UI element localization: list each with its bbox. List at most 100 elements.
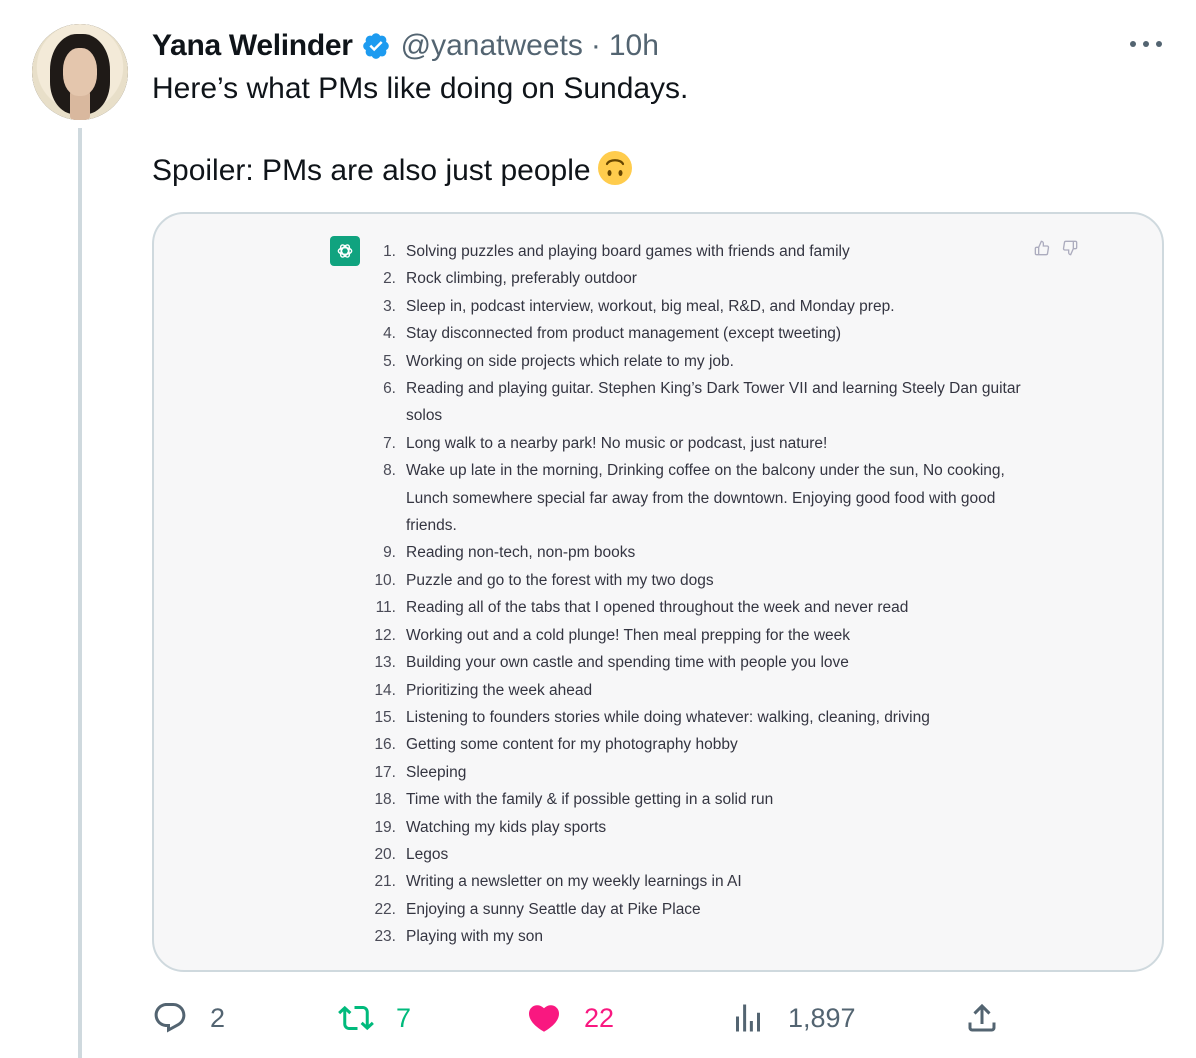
like-button[interactable]: 22 bbox=[526, 996, 614, 1040]
list-item: 3. Sleep in, podcast interview, workout, … bbox=[364, 293, 1024, 320]
more-dot bbox=[1156, 41, 1162, 47]
share-icon bbox=[968, 1003, 996, 1032]
list-item: 17. Sleeping bbox=[364, 759, 1024, 786]
list-item-number: 11. bbox=[375, 599, 396, 617]
more-options-icon[interactable] bbox=[1126, 30, 1166, 58]
list-item: 8. Wake up late in the morning, Drinking … bbox=[364, 457, 1024, 539]
list-item-text: Playing with my son bbox=[406, 928, 543, 946]
reply-count: 2 bbox=[210, 1002, 226, 1033]
list-item-text: Reading and playing guitar. Stephen King… bbox=[406, 380, 1021, 425]
share-button[interactable] bbox=[964, 996, 1000, 1040]
list-item-number: 15. bbox=[374, 708, 396, 726]
list-item: 4. Stay disconnected from product managem… bbox=[364, 320, 1024, 347]
chatgpt-knot-icon bbox=[337, 244, 353, 258]
list-item: 5. Working on side projects which relate … bbox=[364, 348, 1024, 375]
views-count: 1,897 bbox=[788, 1002, 856, 1033]
list-item-number: 21. bbox=[374, 873, 396, 891]
thumbs-down-icon[interactable] bbox=[1062, 240, 1078, 256]
reply-button[interactable]: 2 bbox=[152, 996, 225, 1040]
tweet-text-line-2-text: Spoiler: PMs are also just people bbox=[152, 154, 591, 187]
list-item-number: 23. bbox=[374, 928, 396, 946]
list-item-text: Working out and a cold plunge! Then meal… bbox=[406, 626, 851, 644]
list-item: 7. Long walk to a nearby park! No music o… bbox=[364, 430, 1024, 457]
list-item: 14. Prioritizing the week ahead bbox=[364, 677, 1024, 704]
list-item-number: 13. bbox=[374, 654, 396, 672]
list-item: 6. Reading and playing guitar. Stephen Ki… bbox=[364, 375, 1024, 430]
list-item-number: 14. bbox=[374, 681, 396, 699]
list-item-text: Puzzle and go to the forest with my two … bbox=[406, 571, 714, 589]
tweet-timestamp[interactable]: 10h bbox=[609, 29, 659, 63]
list-item-text: Stay disconnected from product managemen… bbox=[406, 325, 842, 343]
list-item-number: 22. bbox=[374, 900, 396, 918]
list-item-number: 4. bbox=[383, 325, 396, 343]
list-item-number: 17. bbox=[374, 763, 396, 781]
list-item-number: 12. bbox=[374, 626, 396, 644]
retweet-icon bbox=[338, 1005, 374, 1031]
list-item: 16. Getting some content for my photograp… bbox=[364, 731, 1024, 758]
list-item-text: Wake up late in the morning, Drinking co… bbox=[406, 462, 1005, 535]
tweet-header: Yana Welinder @yanatweets · 10h bbox=[152, 26, 659, 66]
like-count: 22 bbox=[584, 1002, 615, 1033]
retweet-button[interactable]: 7 bbox=[338, 996, 411, 1040]
views-button[interactable]: 1,897 bbox=[730, 996, 856, 1040]
list-item: 23. Playing with my son bbox=[364, 923, 1024, 950]
list-item-text: Building your own castle and spending ti… bbox=[406, 654, 849, 672]
list-item-text: Sleep in, podcast interview, workout, bi… bbox=[406, 297, 895, 315]
author-avatar[interactable] bbox=[32, 24, 128, 120]
list-item-text: Solving puzzles and playing board games … bbox=[406, 243, 850, 260]
list-item-text: Working on side projects which relate to… bbox=[406, 352, 734, 370]
author-name[interactable]: Yana Welinder bbox=[152, 29, 353, 63]
list-item: 20. Legos bbox=[364, 841, 1024, 868]
retweet-count: 7 bbox=[396, 1002, 412, 1033]
list-item: 11. Reading all of the tabs that I opened… bbox=[364, 594, 1024, 621]
list-item-text: Writing a newsletter on my weekly learni… bbox=[406, 873, 742, 891]
list-item: 21. Writing a newsletter on my weekly lea… bbox=[364, 868, 1024, 895]
list-item-number: 2. bbox=[383, 270, 396, 288]
heart-icon bbox=[528, 1005, 560, 1032]
pm-sunday-list: 1. Solving puzzles and playing board game… bbox=[364, 238, 1024, 951]
list-item: 10. Puzzle and go to the forest with my t… bbox=[364, 567, 1024, 594]
list-item: 15. Listening to founders stories while d… bbox=[364, 704, 1024, 731]
list-item: 22. Enjoying a sunny Seattle day at Pike … bbox=[364, 896, 1024, 923]
list-item-number: 20. bbox=[374, 845, 396, 863]
list-item-text: Reading all of the tabs that I opened th… bbox=[406, 599, 909, 617]
verified-badge-icon[interactable] bbox=[361, 31, 391, 61]
list-item-text: Watching my kids play sports bbox=[406, 818, 607, 836]
list-item-number: 16. bbox=[374, 736, 396, 754]
list-item-number: 6. bbox=[383, 380, 396, 398]
list-item-number: 19. bbox=[374, 818, 396, 836]
header-separator: · bbox=[590, 29, 601, 62]
list-item: 18. Time with the family & if possible ge… bbox=[364, 786, 1024, 813]
author-handle[interactable]: @yanatweets bbox=[401, 29, 583, 63]
feedback-buttons bbox=[1034, 240, 1078, 256]
list-item-number: 5. bbox=[383, 352, 396, 370]
analytics-bars-icon bbox=[736, 1004, 760, 1032]
thumbs-up-icon[interactable] bbox=[1034, 240, 1050, 256]
list-item: 13. Building your own castle and spending… bbox=[364, 649, 1024, 676]
list-item-number: 1. bbox=[383, 243, 396, 260]
list-item: 2. Rock climbing, preferably outdoor bbox=[364, 265, 1024, 292]
list-item-number: 18. bbox=[374, 791, 396, 809]
list-item-text: Reading non-tech, non-pm books bbox=[406, 544, 636, 562]
list-item-text: Legos bbox=[406, 845, 449, 863]
list-item-text: Enjoying a sunny Seattle day at Pike Pla… bbox=[406, 900, 701, 918]
list-item-text: Time with the family & if possible getti… bbox=[406, 791, 774, 809]
avatar-face bbox=[63, 48, 97, 96]
tweet-text-line-2: Spoiler: PMs are also just people bbox=[152, 150, 633, 190]
more-dot bbox=[1143, 41, 1149, 47]
list-item-number: 9. bbox=[383, 544, 396, 562]
list-item-text: Listening to founders stories while doin… bbox=[406, 708, 930, 726]
list-item: 12. Working out and a cold plunge! Then m… bbox=[364, 622, 1024, 649]
list-item-number: 3. bbox=[383, 297, 396, 315]
list-item-number: 8. bbox=[383, 462, 396, 480]
thread-line bbox=[78, 128, 82, 1058]
list-item: 1. Solving puzzles and playing board game… bbox=[364, 238, 1024, 265]
list-item-text: Sleeping bbox=[406, 763, 467, 781]
tweet-media-image[interactable]: 1. Solving puzzles and playing board game… bbox=[152, 212, 1164, 972]
reply-icon bbox=[154, 1003, 186, 1033]
more-dot bbox=[1130, 41, 1136, 47]
tweet-text-line-1: Here’s what PMs like doing on Sundays. bbox=[152, 72, 689, 105]
tweet-actions-bar: 2 7 22 1,897 bbox=[0, 996, 1196, 1040]
list-item-number: 10. bbox=[374, 571, 396, 589]
list-item-text: Rock climbing, preferably outdoor bbox=[406, 270, 637, 288]
